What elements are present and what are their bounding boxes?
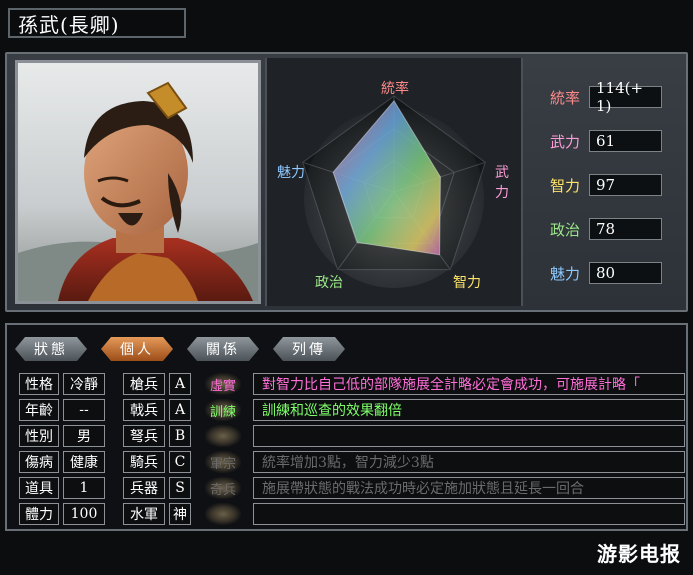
officer-name-box: 孫武(長卿)	[8, 8, 186, 38]
profile-label: 性格	[19, 373, 59, 395]
tab-biography[interactable]: 列傳	[273, 337, 345, 361]
aptitude-grade: A	[169, 399, 191, 421]
skill-name: 虛實	[209, 378, 236, 394]
stat-row-leadership: 統率 114(+ 1)	[543, 79, 662, 115]
skill-description	[253, 425, 685, 447]
radar-label-bottom-right: 智力	[453, 275, 481, 291]
profile-value: --	[63, 399, 105, 421]
stat-value: 80	[589, 262, 662, 284]
skill-icon[interactable]	[205, 425, 241, 447]
tab-personal[interactable]: 個人	[101, 337, 173, 361]
bottom-panel: 狀態 個人 關係 列傳 性格 冷靜 槍兵 A 虛實 對智力比自己低的部隊施展全計…	[5, 323, 688, 531]
radar-label-left: 魅力	[277, 165, 305, 181]
profile-value: 健康	[63, 451, 105, 473]
profile-value: 1	[63, 477, 105, 499]
aptitude-label: 兵器	[123, 477, 165, 499]
skill-icon[interactable]: 虛實	[205, 373, 241, 395]
aptitude-label: 弩兵	[123, 425, 165, 447]
radar-label-bottom-left: 政治	[315, 275, 343, 291]
aptitude-label: 戟兵	[123, 399, 165, 421]
aptitude-label: 水軍	[123, 503, 165, 525]
stat-list: 統率 114(+ 1) 武力 61 智力 97 政治 78 魅力 80	[543, 54, 683, 310]
stat-row-politics: 政治 78	[543, 217, 662, 241]
stat-row-war: 武力 61	[543, 129, 662, 153]
stat-label: 政治	[549, 220, 580, 239]
skill-icon[interactable]: 奇兵	[205, 477, 241, 499]
stat-label: 統率	[549, 88, 580, 107]
profile-value: 冷靜	[63, 373, 105, 395]
skill-description	[253, 503, 685, 525]
stat-value: 61	[589, 130, 662, 152]
stat-value: 114(+ 1)	[589, 79, 662, 115]
radar-label-top: 統率	[381, 81, 409, 97]
stat-value: 78	[589, 218, 662, 240]
attribute-radar-chart: 統率 武力 智力 政治 魅力	[265, 58, 523, 306]
profile-label: 年齡	[19, 399, 59, 421]
top-panel: 統率 武力 智力 政治 魅力 統率 114(+ 1) 武力 61 智力 97 政…	[5, 52, 688, 312]
stat-label: 智力	[549, 176, 580, 195]
skill-description: 訓練和巡查的效果翻倍	[253, 399, 685, 421]
portrait-illustration	[18, 63, 258, 301]
profile-label: 道具	[19, 477, 59, 499]
stat-label: 魅力	[549, 264, 580, 283]
watermark: 游影电报	[597, 542, 681, 566]
stat-label: 武力	[549, 132, 580, 151]
skill-name: 軍宗	[209, 456, 236, 472]
skill-icon[interactable]	[205, 503, 241, 525]
aptitude-grade: C	[169, 451, 191, 473]
skill-description: 統率增加3點，智力減少3點	[253, 451, 685, 473]
officer-name: 孫武(長卿)	[18, 12, 120, 37]
profile-value: 男	[63, 425, 105, 447]
profile-label: 體力	[19, 503, 59, 525]
aptitude-label: 騎兵	[123, 451, 165, 473]
profile-label: 性別	[19, 425, 59, 447]
tab-status[interactable]: 狀態	[15, 337, 87, 361]
aptitude-label: 槍兵	[123, 373, 165, 395]
radar-label-right: 武力	[495, 165, 509, 201]
stat-row-intelligence: 智力 97	[543, 173, 662, 197]
aptitude-grade: S	[169, 477, 191, 499]
aptitude-grade: 神	[169, 503, 191, 525]
skill-description: 施展帶狀態的戰法成功時必定施加狀態且延長一回合	[253, 477, 685, 499]
stat-row-charisma: 魅力 80	[543, 261, 662, 285]
skill-icon[interactable]: 軍宗	[205, 451, 241, 473]
aptitude-grade: A	[169, 373, 191, 395]
tab-relations[interactable]: 關係	[187, 337, 259, 361]
stat-value: 97	[589, 174, 662, 196]
officer-portrait	[15, 60, 261, 304]
profile-label: 傷病	[19, 451, 59, 473]
skill-icon[interactable]: 訓練	[205, 399, 241, 421]
profile-value: 100	[63, 503, 105, 525]
aptitude-grade: B	[169, 425, 191, 447]
skill-description: 對智力比自己低的部隊施展全計略必定會成功，可施展計略「	[253, 373, 685, 395]
skill-name: 訓練	[209, 404, 236, 420]
skill-name: 奇兵	[209, 482, 236, 498]
